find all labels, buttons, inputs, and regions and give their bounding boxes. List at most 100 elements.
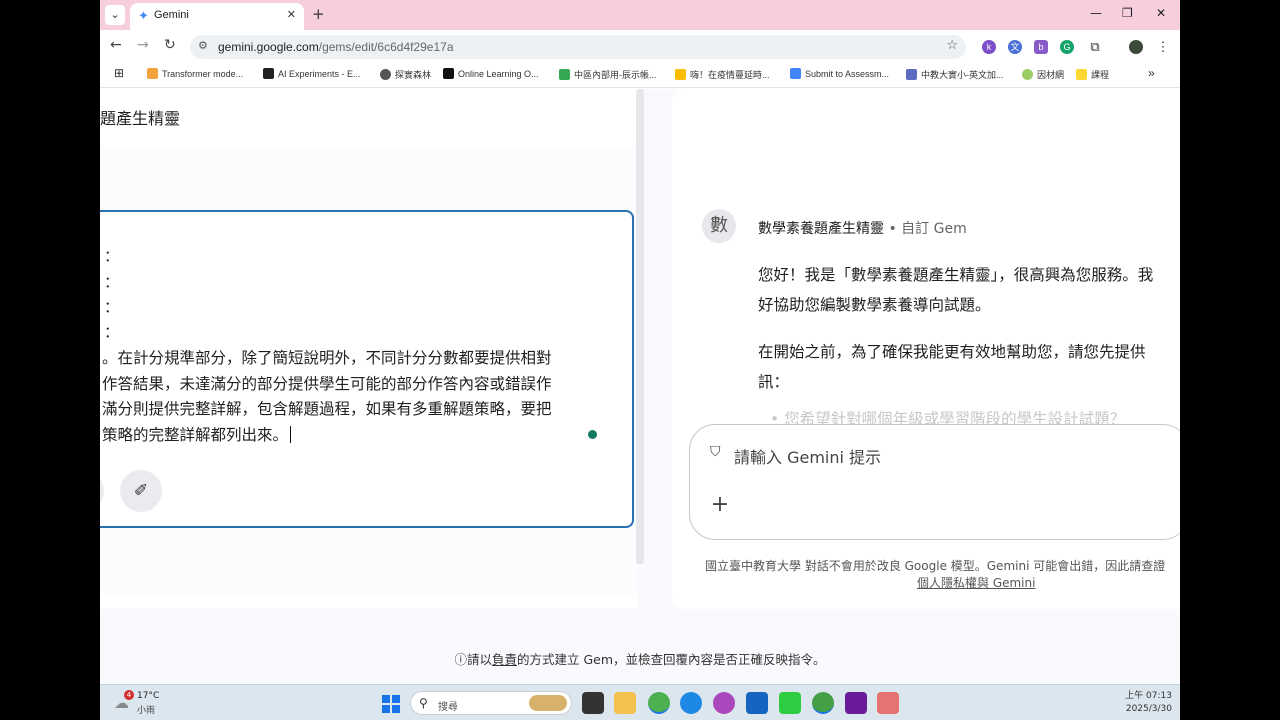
plus-icon: +	[710, 492, 730, 517]
gem-avatar: 數	[702, 209, 736, 243]
weather-temperature[interactable]: 17°C	[137, 691, 159, 701]
start-button[interactable]	[382, 695, 400, 713]
bookmark-favicon-icon	[906, 69, 917, 80]
clipchamp-icon[interactable]	[845, 692, 867, 714]
line-icon[interactable]	[779, 692, 801, 714]
extension-k-icon[interactable]: k	[982, 40, 996, 54]
menu-kebab-icon[interactable]: ⋮	[1156, 40, 1170, 54]
privacy-link[interactable]: 個人隱私權與 Gemini	[917, 574, 1035, 591]
address-bar[interactable]: ⚙ gemini.google.com/gems/edit/6c6d4f29e1…	[190, 35, 966, 59]
drive-icon	[675, 69, 686, 80]
close-window-icon[interactable]: ✕	[1156, 6, 1166, 20]
magic-wand-icon: ✐	[133, 481, 149, 501]
url-text: gemini.google.com/gems/edit/6c6d4f29e17a	[218, 40, 454, 54]
copilot-icon[interactable]	[713, 692, 735, 714]
bookmark-item[interactable]: Transformer mode...	[147, 68, 243, 79]
bookmarks-bar: ⊞ Transformer mode... AI Experiments - E…	[100, 63, 1180, 88]
translate-extension-icon[interactable]: 文	[1008, 40, 1022, 54]
chrome-profile-icon[interactable]	[812, 692, 834, 714]
disclaimer-text: 國立臺中教育大學 對話不會用於改良 Google 模型。Gemini 可能會出錯…	[705, 559, 1166, 573]
close-tab-icon[interactable]: ✕	[287, 8, 296, 21]
file-explorer-icon[interactable]	[614, 692, 636, 714]
instructions-textarea[interactable]: ： ： ： ： 。在計分規準部分，除了簡短說明外，不同計分分數都要提供相對 作答…	[100, 210, 634, 528]
gemini-sparkle-icon: ✦	[138, 9, 149, 24]
bookmark-item[interactable]: AI Experiments - E...	[263, 68, 361, 79]
tab-gemini[interactable]: ✦ Gemini ✕	[130, 3, 304, 30]
status-dot	[588, 430, 597, 439]
gem-config-panel: 題產生精靈 ： ： ： ： 。在計分規準部分，除了簡短說明外，不同計分分數都要提…	[100, 89, 637, 609]
add-attachment-button[interactable]: +	[702, 487, 738, 523]
bookmark-item[interactable]: 中區內部用-辰示帳...	[559, 68, 657, 81]
tab-search-button[interactable]: ⌄	[105, 5, 125, 25]
bookmark-item[interactable]: 因材網	[1022, 68, 1064, 81]
bookmark-item[interactable]: 課程	[1076, 68, 1109, 81]
whiteboard-icon[interactable]	[877, 692, 899, 714]
more-bookmarks-icon[interactable]: »	[1148, 66, 1155, 80]
text-line-fragment: ：	[104, 298, 120, 316]
bookmark-item[interactable]: Submit to Assessm...	[790, 68, 889, 79]
store-icon[interactable]	[746, 692, 768, 714]
bookmark-favicon-icon	[790, 68, 801, 79]
gem-editor-page: 題產生精靈 ： ： ： ： 。在計分規準部分，除了簡短說明外，不同計分分數都要提…	[100, 89, 1180, 684]
extensions-puzzle-icon[interactable]: ⧉	[1088, 40, 1102, 54]
new-tab-button[interactable]: +	[312, 5, 325, 23]
text-caret	[290, 425, 292, 443]
search-highlight-image	[529, 695, 567, 711]
info-icon: ⓘ	[454, 652, 467, 667]
bookmark-favicon-icon	[147, 68, 158, 79]
instructions-text: 。在計分規準部分，除了簡短說明外，不同計分分數都要提供相對 作答結果，未達滿分的…	[102, 349, 552, 444]
bookmark-star-icon[interactable]: ☆	[946, 38, 958, 53]
text-line-fragment: ：	[104, 323, 120, 341]
gem-name-label: 數學素養題產生精靈 • 自訂 Gem	[758, 221, 967, 237]
bookmark-favicon-icon	[380, 69, 391, 80]
text-line-fragment: ：	[104, 247, 120, 265]
drive-icon	[559, 69, 570, 80]
bookmark-favicon-icon	[1076, 69, 1087, 80]
bookmark-item[interactable]: Online Learning O...	[443, 68, 539, 79]
edge-icon[interactable]	[680, 692, 702, 714]
bookmark-item[interactable]: 嗨！在疫情蔓延時...	[675, 68, 770, 81]
prompt-placeholder: 請輸入 Gemini 提示	[734, 448, 882, 467]
profile-avatar[interactable]	[1129, 40, 1143, 54]
system-clock[interactable]: 上午 07:13 2025/3/30	[1125, 690, 1172, 716]
response-line: 您好！我是「數學素養題產生精靈」，很高興為您服務。我	[758, 266, 1154, 284]
apps-grid-icon[interactable]: ⊞	[114, 66, 124, 80]
minimize-icon[interactable]: —	[1090, 6, 1102, 20]
panel-footer	[100, 594, 637, 608]
responsibility-note: ⓘ請以負責的方式建立 Gem，並檢查回覆內容是否正確反映指令。	[454, 652, 826, 667]
restore-icon[interactable]: ❐	[1122, 6, 1133, 20]
search-icon: ⚲	[419, 696, 428, 710]
magic-wand-edit-button[interactable]: ✐	[120, 470, 162, 512]
responsibility-link[interactable]: 負責	[492, 652, 517, 667]
bookmark-favicon-icon	[1022, 69, 1033, 80]
response-line: 在開始之前，為了確保我能更有效地幫助您，請您先提供	[758, 343, 1146, 361]
toolbar-button[interactable]	[100, 470, 104, 512]
tab-strip: ⌄ ✦ Gemini ✕ + — ❐ ✕	[100, 0, 1180, 30]
search-placeholder: 搜尋	[438, 702, 458, 713]
bookmark-item[interactable]: 探實森林	[380, 68, 431, 81]
left-scrollbar[interactable]	[636, 89, 644, 564]
tab-title: Gemini	[154, 9, 189, 21]
response-line: 訊：	[758, 373, 790, 391]
taskbar: ☁ 4 17°C 小雨 ⚲ 搜尋 上午 07:13 2025/3/30	[100, 684, 1180, 720]
grammarly-extension-icon[interactable]: G	[1060, 40, 1074, 54]
bookmark-favicon-icon	[443, 68, 454, 79]
site-info-icon[interactable]: ⚙	[198, 39, 208, 52]
bookmark-favicon-icon	[263, 68, 274, 79]
weather-description[interactable]: 小雨	[137, 703, 155, 716]
task-view-icon[interactable]	[582, 692, 604, 714]
taskbar-search[interactable]: ⚲ 搜尋	[410, 691, 572, 715]
chrome-icon[interactable]	[648, 692, 670, 714]
bookmark-item[interactable]: 中教大實小-英文加...	[906, 68, 1004, 81]
prompt-input[interactable]: ⛉ 請輸入 Gemini 提示 +	[689, 424, 1180, 540]
shield-icon: ⛉	[710, 444, 721, 460]
forward-icon[interactable]: →	[137, 37, 149, 53]
reload-icon[interactable]: ↻	[164, 37, 176, 53]
notification-badge: 4	[124, 690, 134, 700]
response-line: 好協助您編製數學素養導向試題。	[758, 296, 991, 314]
extension-b-icon[interactable]: b	[1034, 40, 1048, 54]
screen: ⌄ ✦ Gemini ✕ + — ❐ ✕ ← → ↻ ⚙ gemini.goog…	[100, 0, 1180, 720]
back-icon[interactable]: ←	[110, 37, 122, 53]
gem-title: 題產生精靈	[100, 109, 181, 128]
gem-header: 題產生精靈	[100, 89, 637, 147]
